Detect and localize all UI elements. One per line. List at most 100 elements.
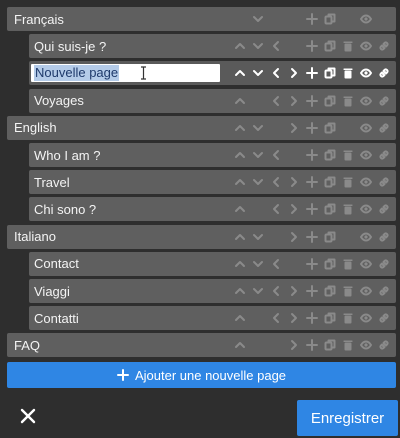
up-icon[interactable] (231, 119, 248, 137)
duplicate-icon[interactable] (321, 92, 338, 110)
page-row-faq[interactable]: FAQ (7, 333, 396, 358)
link-icon[interactable] (375, 173, 392, 191)
left-icon[interactable] (267, 173, 284, 191)
link-icon[interactable] (375, 336, 392, 354)
down-icon[interactable] (249, 173, 266, 191)
up-icon[interactable] (231, 282, 248, 300)
right-icon[interactable] (285, 119, 302, 137)
page-row-viaggi[interactable]: Viaggi (29, 279, 396, 303)
up-icon[interactable] (231, 336, 248, 354)
delete-icon[interactable] (339, 200, 356, 218)
add-icon[interactable] (303, 10, 320, 28)
down-icon[interactable] (249, 37, 266, 55)
add-icon[interactable] (303, 92, 320, 110)
duplicate-icon[interactable] (321, 200, 338, 218)
page-row-qui-suis-je[interactable]: Qui suis-je ? (29, 34, 396, 59)
left-icon[interactable] (267, 255, 284, 273)
delete-icon[interactable] (339, 146, 356, 164)
add-icon[interactable] (303, 64, 320, 82)
add-icon[interactable] (303, 37, 320, 55)
page-row-who-i-am[interactable]: Who I am ? (29, 143, 396, 167)
right-icon[interactable] (285, 309, 302, 327)
left-icon[interactable] (267, 64, 284, 82)
down-icon[interactable] (249, 146, 266, 164)
link-icon[interactable] (375, 37, 392, 55)
link-icon[interactable] (375, 146, 392, 164)
save-button[interactable]: Enregistrer (297, 400, 398, 436)
delete-icon[interactable] (339, 64, 356, 82)
left-icon[interactable] (267, 309, 284, 327)
right-icon[interactable] (285, 64, 302, 82)
visibility-icon[interactable] (357, 282, 374, 300)
link-icon[interactable] (375, 119, 392, 137)
page-row-voyages[interactable]: Voyages (29, 88, 396, 113)
visibility-icon[interactable] (357, 228, 374, 246)
duplicate-icon[interactable] (321, 37, 338, 55)
duplicate-icon[interactable] (321, 10, 338, 28)
add-icon[interactable] (303, 309, 320, 327)
page-row-nouvelle-page[interactable]: Nouvelle page (29, 61, 396, 86)
up-icon[interactable] (231, 37, 248, 55)
duplicate-icon[interactable] (321, 309, 338, 327)
link-icon[interactable] (375, 92, 392, 110)
delete-icon[interactable] (339, 309, 356, 327)
delete-icon[interactable] (339, 92, 356, 110)
duplicate-icon[interactable] (321, 255, 338, 273)
visibility-icon[interactable] (357, 200, 374, 218)
link-icon[interactable] (375, 282, 392, 300)
duplicate-icon[interactable] (321, 119, 338, 137)
right-icon[interactable] (285, 282, 302, 300)
duplicate-icon[interactable] (321, 64, 338, 82)
visibility-icon[interactable] (357, 309, 374, 327)
add-icon[interactable] (303, 255, 320, 273)
left-icon[interactable] (267, 92, 284, 110)
left-icon[interactable] (267, 146, 284, 164)
visibility-icon[interactable] (357, 255, 374, 273)
add-icon[interactable] (303, 173, 320, 191)
add-icon[interactable] (303, 119, 320, 137)
right-icon[interactable] (285, 228, 302, 246)
page-row-chi-sono[interactable]: Chi sono ? (29, 197, 396, 222)
visibility-icon[interactable] (357, 146, 374, 164)
right-icon[interactable] (285, 92, 302, 110)
page-row-contatti[interactable]: Contatti (29, 306, 396, 331)
up-icon[interactable] (231, 200, 248, 218)
right-icon[interactable] (285, 200, 302, 218)
page-row-travel[interactable]: Travel (29, 170, 396, 195)
down-icon[interactable] (249, 228, 266, 246)
duplicate-icon[interactable] (321, 282, 338, 300)
close-icon[interactable] (20, 408, 36, 424)
duplicate-icon[interactable] (321, 173, 338, 191)
add-icon[interactable] (303, 282, 320, 300)
link-icon[interactable] (375, 228, 392, 246)
add-icon[interactable] (303, 200, 320, 218)
up-icon[interactable] (231, 309, 248, 327)
visibility-icon[interactable] (357, 10, 374, 28)
down-icon[interactable] (249, 282, 266, 300)
down-icon[interactable] (249, 255, 266, 273)
link-icon[interactable] (375, 255, 392, 273)
delete-icon[interactable] (339, 336, 356, 354)
visibility-icon[interactable] (357, 119, 374, 137)
up-icon[interactable] (231, 228, 248, 246)
page-row-italiano[interactable]: Italiano (7, 224, 396, 249)
delete-icon[interactable] (339, 255, 356, 273)
link-icon[interactable] (375, 64, 392, 82)
up-icon[interactable] (231, 64, 248, 82)
left-icon[interactable] (267, 282, 284, 300)
down-icon[interactable] (249, 10, 266, 28)
page-name-input[interactable]: Nouvelle page (31, 64, 220, 83)
visibility-icon[interactable] (357, 37, 374, 55)
duplicate-icon[interactable] (321, 228, 338, 246)
up-icon[interactable] (231, 173, 248, 191)
duplicate-icon[interactable] (321, 336, 338, 354)
left-icon[interactable] (267, 37, 284, 55)
up-icon[interactable] (231, 92, 248, 110)
visibility-icon[interactable] (357, 92, 374, 110)
link-icon[interactable] (375, 200, 392, 218)
page-row-contact[interactable]: Contact (29, 251, 396, 276)
add-icon[interactable] (303, 228, 320, 246)
right-icon[interactable] (285, 173, 302, 191)
down-icon[interactable] (249, 64, 266, 82)
up-icon[interactable] (231, 255, 248, 273)
